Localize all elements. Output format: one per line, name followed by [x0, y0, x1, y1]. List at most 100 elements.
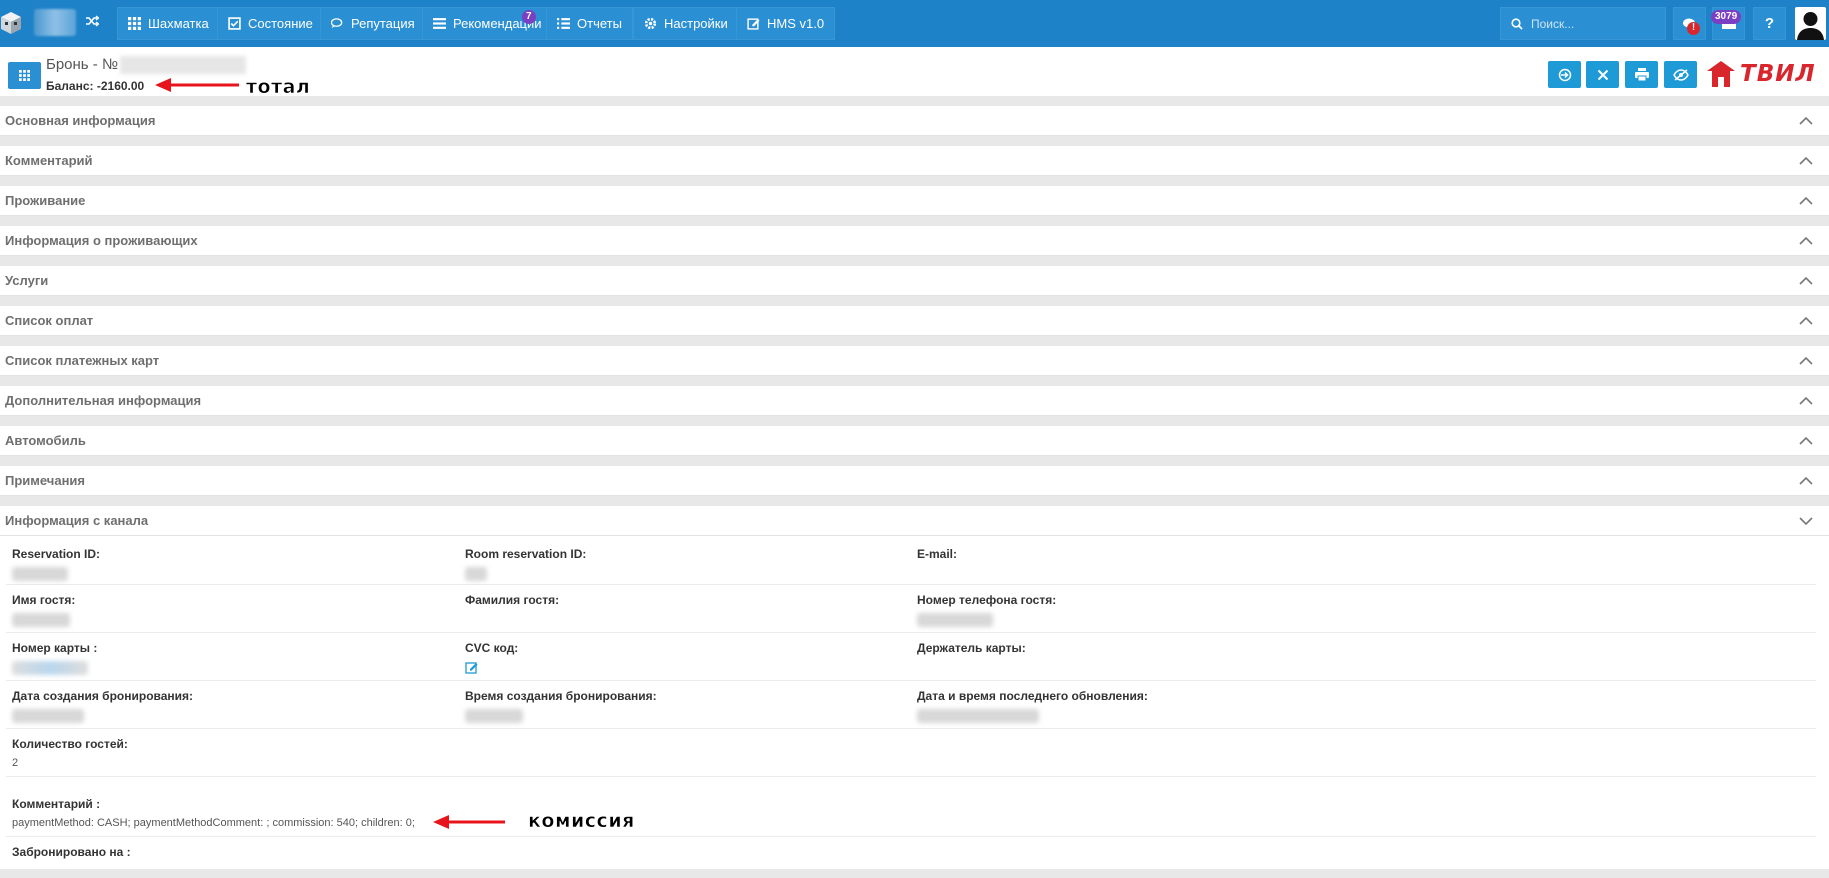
app-logo-icon[interactable] [0, 11, 22, 35]
section-divider [0, 376, 1829, 386]
menu-grid-button[interactable] [8, 62, 41, 89]
section-header[interactable]: Услуги [0, 266, 1829, 296]
guests-count-value: 2 [12, 757, 19, 769]
help-button[interactable]: ? [1753, 7, 1786, 40]
card-holder-field: Держатель карты: [917, 641, 1026, 655]
sign-in-icon [1558, 68, 1571, 81]
redacted-booking-number [120, 56, 246, 74]
section-header[interactable]: Информация с канала [0, 506, 1829, 536]
page-title: Бронь - № [46, 56, 119, 73]
field-label: Номер телефона гостя: [917, 593, 1057, 607]
guest-last-name-field: Фамилия гостя: [465, 593, 559, 607]
annotation-arrow [155, 78, 239, 92]
field-label: Имя гостя: [12, 593, 76, 607]
guest-phone-field: Номер телефона гостя: [917, 593, 1056, 630]
grid-icon [19, 70, 30, 81]
user-icon [1797, 12, 1824, 40]
section-divider [0, 176, 1829, 186]
nav-chessboard[interactable]: Шахматка [117, 7, 220, 40]
created-time-field: Время создания бронирования: [465, 689, 657, 726]
nav-status[interactable]: Состояние [217, 7, 324, 40]
hotel-selector[interactable] [34, 9, 76, 36]
section-divider [0, 296, 1829, 306]
chevron-up-icon[interactable] [1799, 474, 1813, 488]
redacted-value [465, 567, 487, 581]
brand-name: ТВИЛ [1740, 61, 1816, 87]
nav-label: Состояние [248, 16, 313, 31]
chevron-up-icon[interactable] [1799, 234, 1813, 248]
top-navbar: Шахматка Состояние Репутация Рекомендаци… [0, 0, 1829, 47]
hide-button[interactable] [1664, 61, 1697, 88]
comment-field: Комментарий : paymentMethod: CASH; payme… [12, 797, 415, 829]
redacted-value [12, 567, 68, 581]
section-header[interactable]: Информация о проживающих [0, 226, 1829, 256]
section-divider [0, 136, 1829, 146]
nav-label: HMS v1.0 [767, 16, 825, 31]
brand-logo: ТВИЛ [1706, 58, 1816, 90]
section-divider [0, 869, 1829, 878]
redacted-value [12, 661, 88, 675]
channel-row: Номер карты : CVC код: Держатель карты: [6, 633, 1816, 681]
list-ul-icon [557, 18, 570, 29]
search-icon [1511, 17, 1523, 30]
comment-value: paymentMethod: CASH; paymentMethodCommen… [12, 817, 415, 829]
checkin-button[interactable] [1548, 61, 1581, 88]
section-header[interactable]: Примечания [0, 466, 1829, 496]
chevron-up-icon[interactable] [1799, 194, 1813, 208]
section-divider [0, 336, 1829, 346]
section-header[interactable]: Проживание [0, 186, 1829, 216]
field-label: Время создания бронирования: [465, 689, 657, 703]
redacted-value [12, 613, 70, 627]
print-button[interactable] [1625, 61, 1658, 88]
redacted-value [917, 709, 1039, 723]
section-title: Услуги [5, 273, 49, 288]
nav-reputation[interactable]: Репутация [320, 7, 426, 40]
redacted-value [465, 709, 523, 723]
chevron-down-icon[interactable] [1799, 514, 1813, 528]
section-header[interactable]: Дополнительная информация [0, 386, 1829, 416]
close-icon [1597, 69, 1608, 80]
section-divider [0, 96, 1829, 106]
nav-reports[interactable]: Отчеты [546, 7, 633, 40]
section-header[interactable]: Список оплат [0, 306, 1829, 336]
edit-icon [747, 18, 760, 30]
chevron-up-icon[interactable] [1799, 434, 1813, 448]
close-button[interactable] [1586, 61, 1619, 88]
help-icon: ? [1764, 15, 1775, 32]
list-icon [433, 18, 446, 29]
chevron-up-icon[interactable] [1799, 354, 1813, 368]
search-field[interactable] [1500, 7, 1666, 40]
section-title: Дополнительная информация [5, 393, 202, 408]
chevron-up-icon[interactable] [1799, 394, 1813, 408]
guests-count-field: Количество гостей: 2 [12, 737, 128, 769]
field-label: Держатель карты: [917, 641, 1026, 655]
section-divider [0, 256, 1829, 266]
house-icon [1707, 61, 1735, 87]
section-title: Информация с канала [5, 513, 149, 528]
shuffle-icon[interactable] [80, 9, 104, 36]
guest-first-name-field: Имя гостя: [12, 593, 75, 630]
channel-row: Забронировано на : [6, 837, 1816, 869]
nav-label: Репутация [351, 16, 415, 31]
nav-hms[interactable]: HMS v1.0 [736, 7, 836, 40]
avatar[interactable] [1795, 7, 1826, 40]
section-header[interactable]: Основная информация [0, 106, 1829, 136]
nav-settings[interactable]: Настройки [633, 7, 739, 40]
comments-icon [331, 18, 343, 29]
section-header[interactable]: Список платежных карт [0, 346, 1829, 376]
chevron-up-icon[interactable] [1799, 154, 1813, 168]
section-header[interactable]: Автомобиль [0, 426, 1829, 456]
chevron-up-icon[interactable] [1799, 114, 1813, 128]
edit-icon[interactable] [465, 661, 479, 674]
balance-value: Баланс: -2160.00 [46, 79, 145, 93]
chevron-up-icon[interactable] [1799, 274, 1813, 288]
field-label: CVC код: [465, 641, 519, 655]
field-label: E-mail: [917, 547, 958, 561]
channel-row: Комментарий : paymentMethod: CASH; payme… [6, 789, 1816, 837]
section-divider [0, 456, 1829, 466]
chevron-up-icon[interactable] [1799, 314, 1813, 328]
field-label: Забронировано на : [12, 845, 131, 859]
room-reservation-id-field: Room reservation ID: [465, 547, 586, 584]
search-input[interactable] [1531, 16, 1651, 31]
section-header[interactable]: Комментарий [0, 146, 1829, 176]
